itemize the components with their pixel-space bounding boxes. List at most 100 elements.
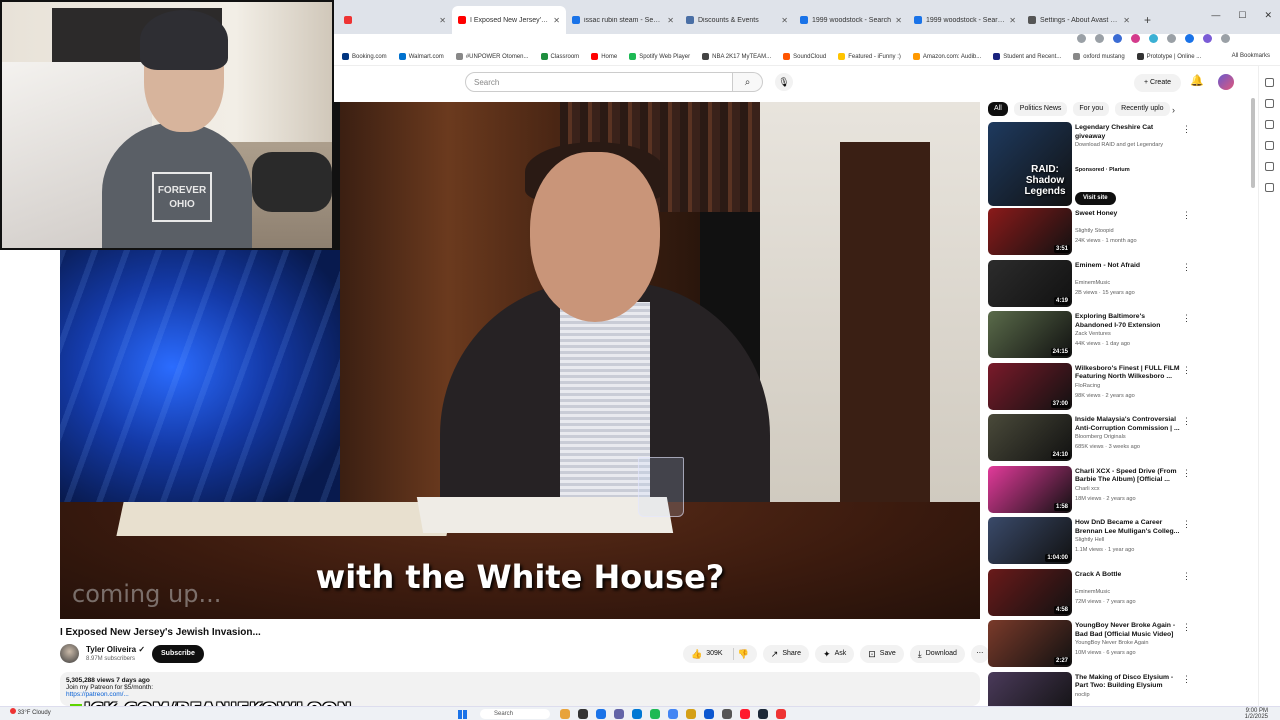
browser-tab[interactable]: 1999 woodstock - Search Imag ✕ xyxy=(908,6,1022,34)
more-options-icon[interactable]: ⋮ xyxy=(1182,124,1191,135)
maximize-icon[interactable]: ☐ xyxy=(1238,10,1246,21)
tab-close-icon[interactable]: ✕ xyxy=(553,16,560,25)
recommended-video-title[interactable]: The Making of Disco Elysium - Part Two: … xyxy=(1075,674,1181,691)
bookmark-item[interactable]: Classroom xyxy=(540,53,579,60)
recommended-video-title[interactable]: Inside Malaysia's Controversial Anti-Cor… xyxy=(1075,416,1181,433)
recommended-video-channel[interactable]: Slightly Stoopid xyxy=(1075,228,1114,234)
more-options-icon[interactable]: ⋮ xyxy=(1182,674,1191,685)
bookmark-item[interactable]: Spotify Web Player xyxy=(629,53,690,60)
page-scrollbar[interactable] xyxy=(1250,70,1256,700)
scrollbar-thumb[interactable] xyxy=(1251,98,1255,188)
browser-tab[interactable]: issac rubin steam - Search ✕ xyxy=(566,6,680,34)
recommended-video-title[interactable]: How DnD Became a Career Brennan Lee Mull… xyxy=(1075,519,1181,536)
video-thumbnail[interactable]: 24:10 xyxy=(988,414,1072,461)
side-panel-icon[interactable] xyxy=(1265,183,1274,192)
visit-site-button[interactable]: Visit site xyxy=(1075,192,1116,205)
bookmark-item[interactable]: Amazon.com: Audib... xyxy=(912,53,981,60)
subscribe-button[interactable]: Subscribe xyxy=(152,645,204,663)
bookmark-item[interactable]: Booking.com xyxy=(342,53,387,60)
side-panel-icon[interactable] xyxy=(1265,120,1274,129)
video-thumbnail[interactable]: 24:15 xyxy=(988,311,1072,358)
app-icon[interactable] xyxy=(740,709,750,719)
account-avatar[interactable] xyxy=(1218,74,1234,90)
app-icon[interactable] xyxy=(560,709,570,719)
tab-close-icon[interactable]: ✕ xyxy=(781,16,788,25)
side-panel-icon[interactable] xyxy=(1265,162,1274,171)
video-thumbnail[interactable]: 2:27 xyxy=(988,620,1072,667)
more-options-icon[interactable]: ⋮ xyxy=(1182,262,1191,273)
recommended-video-channel[interactable]: EminemMusic xyxy=(1075,589,1110,595)
more-options-icon[interactable]: ⋮ xyxy=(1182,622,1191,633)
bookmark-item[interactable]: Student and Recent... xyxy=(993,53,1061,60)
bookmark-item[interactable]: Home xyxy=(591,53,617,60)
recommended-video-title[interactable]: Crack A Bottle xyxy=(1075,571,1181,580)
download-button[interactable]: ⤓ Download xyxy=(909,645,965,663)
search-button[interactable]: ⌕ xyxy=(733,72,763,92)
side-panel-icon[interactable] xyxy=(1265,99,1274,108)
recommended-video-title[interactable]: Charli XCX - Speed Drive (From Barbie Th… xyxy=(1075,468,1181,485)
video-thumbnail[interactable]: 1:58 xyxy=(988,465,1072,513)
recommended-video-channel[interactable]: Charli xcx xyxy=(1075,486,1100,492)
chevron-right-icon[interactable]: › xyxy=(1172,105,1175,115)
weather-widget[interactable]: 33°F Cloudy xyxy=(10,708,51,716)
recommended-video-title[interactable]: Wilkesboro's Finest | FULL FILM Featurin… xyxy=(1075,365,1181,382)
recommended-video[interactable]: 1:04:00 How DnD Became a Career Brennan L… xyxy=(988,517,1194,569)
recommended-video[interactable]: 24:15 Exploring Baltimore's Abandoned I-7… xyxy=(988,311,1194,363)
browser-tab[interactable]: I Exposed New Jersey's Jew ✕ xyxy=(452,6,566,34)
minimize-icon[interactable]: — xyxy=(1211,10,1220,21)
ask-button[interactable]: ✦ Ask xyxy=(815,645,855,663)
sidebar-icon[interactable] xyxy=(1185,34,1194,43)
video-thumbnail[interactable]: 4:19 xyxy=(988,259,1072,307)
tab-close-icon[interactable]: ✕ xyxy=(895,16,902,25)
bookmark-item[interactable]: Walmart.com xyxy=(398,53,444,60)
tab-close-icon[interactable]: ✕ xyxy=(667,16,674,25)
thumbs-down-icon[interactable]: 👎 xyxy=(738,645,749,663)
recommended-video-channel[interactable]: Slightly Hell xyxy=(1075,537,1104,543)
app-icon[interactable] xyxy=(632,709,642,719)
voice-search-button[interactable]: 🎙 xyxy=(775,73,793,91)
bookmark-item[interactable]: NBA 2K17 MyTEAM... xyxy=(702,53,771,60)
more-options-icon[interactable]: ⋮ xyxy=(1182,416,1191,427)
channel-name[interactable]: Tyler Oliveira ✓ xyxy=(86,645,145,654)
browser-tab[interactable]: ✕ xyxy=(338,6,452,34)
extension-icon[interactable] xyxy=(1149,34,1158,43)
more-options-icon[interactable]: ⋮ xyxy=(1182,571,1191,582)
search-input[interactable]: Search xyxy=(465,72,733,92)
app-icon[interactable] xyxy=(596,709,606,719)
profile-icon[interactable] xyxy=(1203,34,1212,43)
recommended-video[interactable]: 37:00 Wilkesboro's Finest | FULL FILM Fea… xyxy=(988,362,1194,415)
like-button[interactable]: 👍 309K 👎 xyxy=(683,645,757,663)
more-options-icon[interactable]: ⋮ xyxy=(1182,519,1191,530)
extension-icon[interactable] xyxy=(1113,34,1122,43)
more-options-icon[interactable]: ⋮ xyxy=(1182,365,1191,376)
recommended-video-title[interactable]: Exploring Baltimore's Abandoned I-70 Ext… xyxy=(1075,313,1181,330)
side-panel-icon[interactable] xyxy=(1265,78,1274,87)
tab-close-icon[interactable]: ✕ xyxy=(1123,16,1130,25)
video-thumbnail[interactable]: 4:58 xyxy=(988,568,1072,616)
app-icon[interactable] xyxy=(722,709,732,719)
browser-tab[interactable]: Discounts & Events ✕ xyxy=(680,6,794,34)
filter-chip[interactable]: Recently uplo xyxy=(1115,102,1170,116)
recommended-video-channel[interactable]: Zack Ventures xyxy=(1075,331,1111,337)
video-thumbnail[interactable]: 1:04:00 xyxy=(988,517,1072,564)
recommended-video[interactable]: 3:51 Sweet Honey Slightly Stoopid 24K views… xyxy=(988,208,1194,260)
taskbar-search[interactable]: Search xyxy=(480,709,550,719)
recommended-video[interactable]: 4:58 Crack A Bottle EminemMusic 72M views ·… xyxy=(988,568,1194,621)
video-thumbnail[interactable]: 3:51 xyxy=(988,208,1072,255)
recommended-video-title[interactable]: YoungBoy Never Broke Again - Bad Bad [Of… xyxy=(1075,622,1181,639)
extension-icon[interactable] xyxy=(1131,34,1140,43)
all-bookmarks-button[interactable]: All Bookmarks xyxy=(1232,53,1270,59)
browser-tab[interactable]: 1999 woodstock - Search ✕ xyxy=(794,6,908,34)
bookmark-item[interactable]: SoundCloud xyxy=(783,53,826,60)
app-icon[interactable] xyxy=(758,709,768,719)
video-thumbnail[interactable]: RAID: Shadow Legends xyxy=(988,122,1072,206)
recommended-video[interactable]: 24:10 Inside Malaysia's Controversial Ant… xyxy=(988,414,1194,466)
filter-chip[interactable]: For you xyxy=(1073,102,1110,116)
tab-close-icon[interactable]: ✕ xyxy=(439,16,446,25)
recommended-video-channel[interactable]: YoungBoy Never Broke Again xyxy=(1075,640,1149,646)
more-options-icon[interactable]: ⋮ xyxy=(1182,468,1191,479)
bookmark-item[interactable]: Featured - iFunny :) xyxy=(838,53,901,60)
start-button-icon[interactable] xyxy=(458,710,467,719)
share-button[interactable]: ↗ Share xyxy=(762,645,810,663)
notifications-bell-icon[interactable]: 🔔 xyxy=(1190,74,1204,87)
